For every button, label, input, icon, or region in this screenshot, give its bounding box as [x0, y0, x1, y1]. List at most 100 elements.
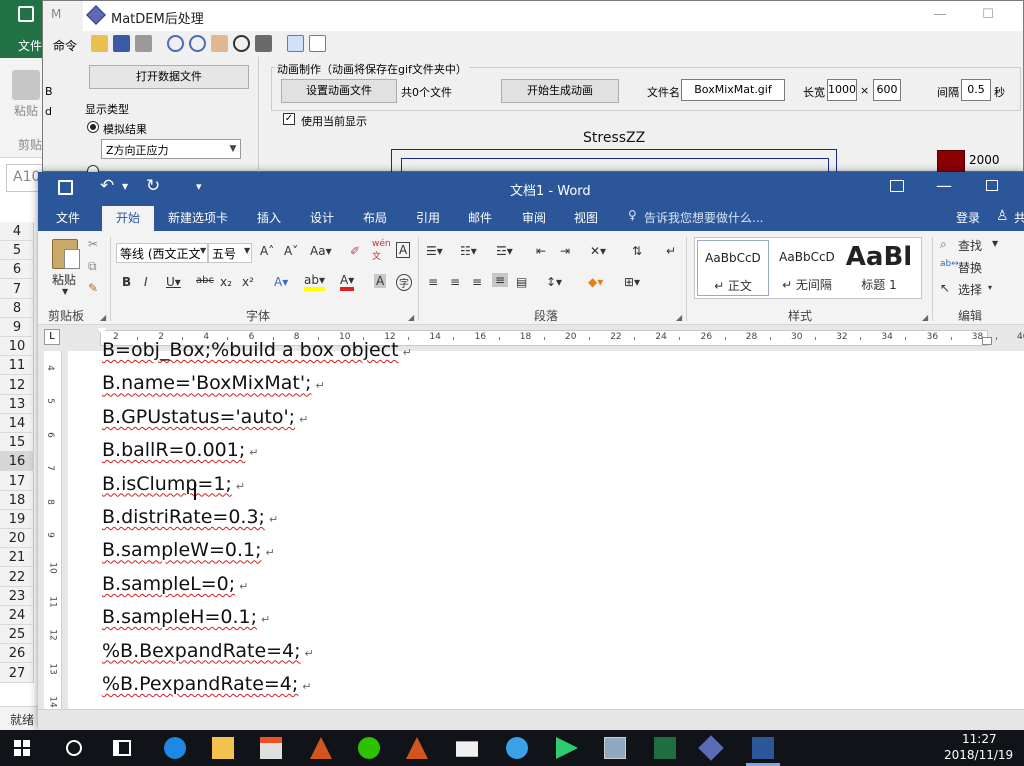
- font-color-icon[interactable]: A▾: [340, 273, 355, 291]
- excel-save-icon[interactable]: [18, 6, 34, 22]
- start-icon[interactable]: [14, 740, 30, 756]
- print-icon[interactable]: [135, 35, 152, 52]
- tab-insert[interactable]: 插入: [257, 209, 281, 226]
- wechat-icon[interactable]: [358, 737, 380, 759]
- colorbar-toggle-icon[interactable]: [287, 35, 304, 52]
- matdem-taskbar-icon[interactable]: [698, 735, 724, 761]
- excel-row-header[interactable]: 25: [0, 625, 34, 645]
- bullets-icon[interactable]: ☰▾: [426, 244, 443, 258]
- tab-file[interactable]: 文件: [56, 209, 80, 226]
- styles-launcher-icon[interactable]: ◢: [922, 313, 928, 322]
- rotate-icon[interactable]: [233, 35, 250, 52]
- document-line[interactable]: B.name='BoxMixMat'; ↵: [102, 372, 325, 394]
- align-right-icon[interactable]: ≡: [472, 275, 482, 289]
- document-line[interactable]: B.ballR=0.001; ↵: [102, 439, 258, 461]
- italic-icon[interactable]: I: [144, 275, 148, 289]
- excel-row-header[interactable]: 18: [0, 491, 34, 510]
- clock-date[interactable]: 2018/11/19: [944, 748, 1013, 762]
- zoom-out-icon[interactable]: [189, 35, 206, 52]
- document-line[interactable]: B.GPUstatus='auto'; ↵: [102, 406, 308, 428]
- increase-indent-icon[interactable]: ⇥: [560, 244, 570, 258]
- word-taskbar-icon[interactable]: [752, 737, 774, 759]
- tab-references[interactable]: 引用: [416, 209, 440, 226]
- horizontal-scrollbar[interactable]: [38, 709, 1024, 730]
- file-explorer-icon[interactable]: [212, 737, 234, 759]
- signin-link[interactable]: 登录: [956, 209, 980, 226]
- share-icon[interactable]: ♙: [996, 208, 1009, 224]
- style-no-spacing[interactable]: AaBbCcD ↵ 无间隔: [771, 240, 843, 296]
- char-border-icon[interactable]: A: [396, 242, 411, 258]
- pan-hand-icon[interactable]: [211, 35, 228, 52]
- height-input[interactable]: 600: [873, 79, 901, 101]
- font-launcher-icon[interactable]: ◢: [408, 313, 414, 322]
- tab-new[interactable]: 新建选项卡: [168, 209, 228, 226]
- excel-row-header[interactable]: 23: [0, 587, 34, 606]
- change-case-icon[interactable]: Aa▾: [310, 244, 332, 258]
- image-viewer-icon[interactable]: [604, 737, 626, 759]
- stress-type-select[interactable]: Z方向正应力 ▼: [101, 139, 241, 159]
- save-icon[interactable]: [113, 35, 130, 52]
- align-center-icon[interactable]: ≡: [450, 275, 460, 289]
- use-current-checkbox[interactable]: ✓: [283, 113, 295, 125]
- subscript-icon[interactable]: x₂: [220, 275, 232, 289]
- width-input[interactable]: 1000: [827, 79, 857, 101]
- chinese-layout-icon[interactable]: ✕▾: [590, 244, 606, 258]
- excel-row-header[interactable]: 7: [0, 280, 34, 299]
- excel-row-header[interactable]: 17: [0, 472, 34, 491]
- excel-paste-icon[interactable]: [12, 70, 40, 100]
- set-animation-file-button[interactable]: 设置动画文件: [281, 79, 397, 103]
- matdem-maximize-icon[interactable]: ☐: [973, 7, 1003, 25]
- browser-icon[interactable]: [506, 737, 528, 759]
- excel-row-header[interactable]: 21: [0, 548, 34, 568]
- undo-dropdown-icon[interactable]: ▼: [122, 182, 128, 191]
- replace-icon[interactable]: ab↔: [940, 259, 959, 269]
- grow-font-icon[interactable]: A˄: [260, 244, 274, 258]
- paste-button[interactable]: 粘贴: [52, 271, 76, 288]
- document-line[interactable]: B.sampleL=0; ↵: [102, 573, 248, 595]
- excel-row-header[interactable]: 6: [0, 260, 34, 280]
- undo-icon[interactable]: ↶: [100, 176, 114, 196]
- open-data-file-button[interactable]: 打开数据文件: [89, 65, 249, 89]
- paste-dropdown-icon[interactable]: ▼: [62, 287, 68, 296]
- shading-icon[interactable]: ◆▾: [588, 275, 603, 289]
- font-name-select[interactable]: 等线 (西文正文: [116, 243, 208, 263]
- tab-layout[interactable]: 布局: [363, 209, 387, 226]
- excel-row-header[interactable]: 24: [0, 606, 34, 625]
- store-icon[interactable]: [260, 737, 282, 759]
- excel-row-header[interactable]: 4: [0, 222, 34, 241]
- zoom-in-icon[interactable]: [167, 35, 184, 52]
- maximize-icon[interactable]: [986, 180, 998, 191]
- media-player-icon[interactable]: [556, 737, 578, 759]
- tab-stop-selector[interactable]: L: [44, 329, 60, 345]
- document-page[interactable]: B=obj_Box;%build a box object ↵ B.name='Bo…: [68, 339, 1024, 709]
- document-line[interactable]: B.sampleW=0.1; ↵: [102, 539, 275, 561]
- align-left-icon[interactable]: ≡: [428, 275, 438, 289]
- excel-row-header[interactable]: 16: [0, 452, 34, 472]
- document-line[interactable]: %B.BexpandRate=4; ↵: [102, 640, 314, 662]
- excel-row-header[interactable]: 5: [0, 241, 34, 261]
- excel-tab-file[interactable]: 文件: [18, 37, 42, 54]
- redo-icon[interactable]: ↻: [146, 176, 160, 196]
- style-normal[interactable]: AaBbCcD ↵ 正文: [697, 240, 769, 296]
- excel-row-header[interactable]: 14: [0, 414, 34, 433]
- excel-row-header[interactable]: 11: [0, 356, 34, 376]
- excel-icon[interactable]: [654, 737, 676, 759]
- tell-me-input[interactable]: 告诉我您想要做什么...: [644, 209, 763, 226]
- text-effects-icon[interactable]: A▾: [274, 275, 288, 289]
- underline-icon[interactable]: U▾: [166, 275, 181, 289]
- excel-row-header[interactable]: 19: [0, 510, 34, 529]
- select-button[interactable]: 选择: [958, 281, 982, 298]
- select-icon[interactable]: ↖: [940, 281, 950, 295]
- document-line[interactable]: %B.PexpandRate=4; ↵: [102, 673, 312, 695]
- minimize-icon[interactable]: —: [936, 176, 952, 195]
- interval-input[interactable]: 0.5: [961, 79, 991, 101]
- excel-row-header[interactable]: 26: [0, 644, 34, 664]
- bold-icon[interactable]: B: [122, 275, 131, 289]
- right-indent-marker[interactable]: [982, 337, 992, 345]
- tab-mailings[interactable]: 邮件: [468, 209, 492, 226]
- shrink-font-icon[interactable]: A˅: [284, 244, 298, 258]
- find-icon[interactable]: ⌕: [940, 237, 947, 252]
- multilevel-list-icon[interactable]: ☲▾: [496, 244, 513, 258]
- data-cursor-icon[interactable]: [255, 35, 272, 52]
- save-icon[interactable]: [58, 180, 73, 195]
